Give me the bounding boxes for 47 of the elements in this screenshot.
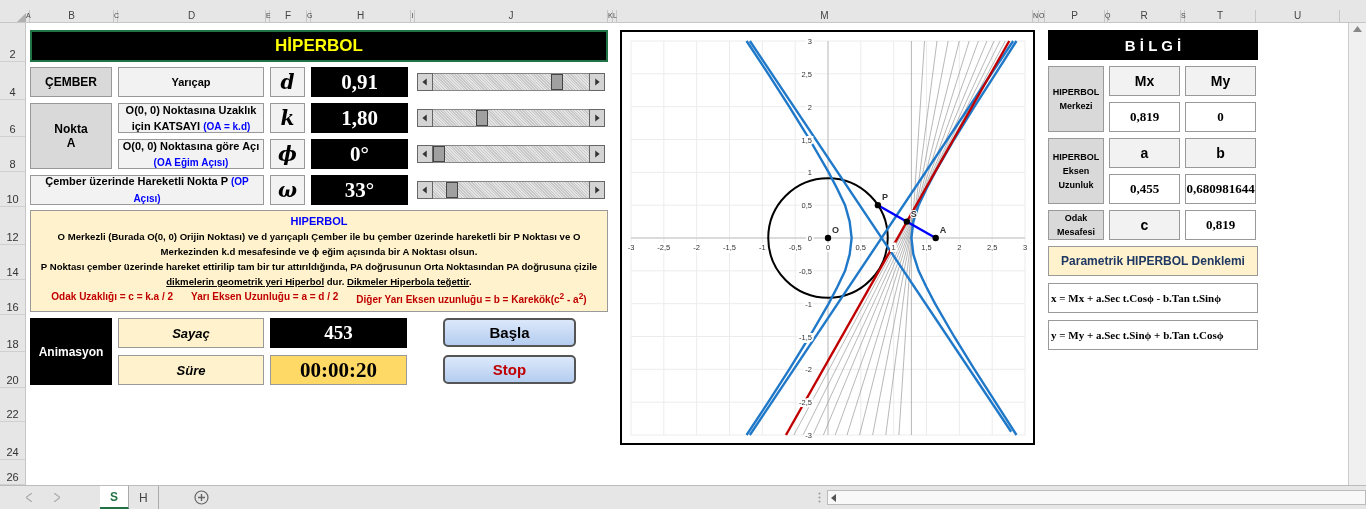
parameter-label: Yarıçap	[118, 67, 264, 97]
parameter-label: Çember üzerinde Hareketli Nokta P (OP Açısı)	[30, 175, 264, 205]
point-label: A	[939, 225, 947, 235]
formula-text: Odak Uzaklığı = c = k.a / 2	[51, 290, 174, 304]
point-label: P	[881, 192, 888, 203]
animation-field-label: Süre	[118, 355, 264, 385]
equation-text: y = My + a.Sec t.Sinϕ + b.Tan t.Cosϕ	[1048, 320, 1258, 350]
point-label: O	[832, 225, 839, 235]
parameter-symbol: ϕ	[270, 139, 305, 169]
info-header: a	[1109, 138, 1180, 168]
info-value: 0	[1185, 102, 1256, 132]
info-value: 0,819	[1109, 102, 1180, 132]
parameter-label: O(0, 0) Noktasına göre Açı (OA Eğim Açısı)	[118, 139, 264, 169]
description-text: P Noktası çember üzerinde hareket ettirilip tam bir tur attırıldığında, PA doğrusunun Orta Noktasından PA doğrusuna çizile dikmelerin geometrik yeri Hiperbol dur. Dikmeler Hiperbola teğettir.	[39, 260, 599, 289]
description-title: HIPERBOL	[290, 214, 348, 229]
info-header: Mx	[1109, 66, 1180, 96]
parameter-symbol: ω	[270, 175, 305, 205]
formula-text: Yarı Eksen Uzunluğu = a = d / 2	[191, 290, 339, 304]
info-label: HIPERBOL Eksen Uzunluk	[1048, 138, 1104, 204]
equation-title: Parametrik HIPERBOL Denklemi	[1048, 246, 1258, 276]
info-value: 0,819	[1185, 210, 1256, 240]
parameter-symbol: k	[270, 103, 305, 133]
info-label: HIPERBOL Merkezi	[1048, 66, 1104, 132]
info-value: 0,455	[1109, 174, 1180, 204]
parameter-label: O(0, 0) Noktasına Uzaklık için KATSAYI (OA = k.d)	[118, 103, 264, 133]
formula-text: Diğer Yarı Eksen uzunluğu = b = Karekök(c$^{2}$ - a$^{2}$)	[356, 290, 587, 308]
parameter-symbol: d	[270, 67, 305, 97]
info-header: b	[1185, 138, 1256, 168]
timer-display: 00:00:20	[270, 355, 407, 385]
info-label: Odak Mesafesi	[1048, 210, 1104, 240]
info-title: B İ L G İ	[1048, 30, 1258, 60]
group-label: Nokta A	[30, 103, 112, 169]
parameter-value: 0,91	[311, 67, 408, 97]
group-label: ÇEMBER	[30, 67, 112, 97]
parameter-value: 1,80	[311, 103, 408, 133]
description-text: O Merkezli (Burada O(0, 0) Orijin Noktası) ve d yarıçaplı Çember ile bu çember üzerinde hareketli bir P Noktası ve O Merkezinden k.d mesafesinde ve ϕ eğim açısında bir A Noktası olsun.	[56, 230, 582, 259]
animation-field-label: Sayaç	[118, 318, 264, 348]
equation-text: x = Mx + a.Sec t.Cosϕ - b.Tan t.Sinϕ	[1048, 283, 1258, 313]
parameter-value: 0°	[311, 139, 408, 169]
counter-display: 453	[270, 318, 407, 348]
animation-label: Animasyon	[30, 318, 112, 385]
info-header: My	[1185, 66, 1256, 96]
parameter-value: 33°	[311, 175, 408, 205]
info-value: 0,680981644	[1185, 174, 1256, 204]
point-label: S	[910, 208, 917, 219]
info-header: c	[1109, 210, 1180, 240]
title-banner: HİPERBOL	[30, 30, 608, 62]
